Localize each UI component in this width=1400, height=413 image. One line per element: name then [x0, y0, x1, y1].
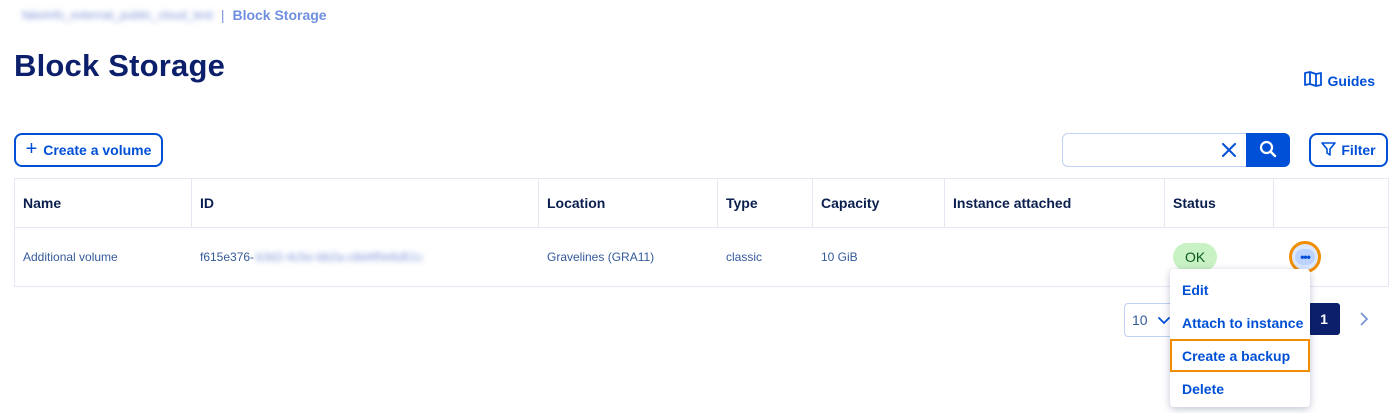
menu-item-attach-to-instance[interactable]: Attach to instance	[1170, 306, 1310, 339]
cell-id: f615e376- b3d2-4c5e-bb2a-c8d4f0e6d51c	[192, 228, 539, 286]
search-icon	[1259, 140, 1277, 161]
search-button[interactable]	[1246, 133, 1290, 167]
cell-capacity: 10 GiB	[821, 250, 858, 264]
id-rest: b3d2-4c5e-bb2a-c8d4f0e6d51c	[256, 250, 423, 264]
table-header-row: Name ID Location Type Capacity Instance …	[15, 179, 1388, 228]
filter-label: Filter	[1341, 142, 1376, 158]
menu-item-delete[interactable]: Delete	[1170, 372, 1310, 405]
column-header-name[interactable]: Name	[15, 179, 192, 227]
breadcrumb-project[interactable]: fakeinfo_external_public_cloud_test	[22, 8, 213, 22]
breadcrumb: fakeinfo_external_public_cloud_test | Bl…	[22, 7, 327, 23]
column-header-type[interactable]: Type	[718, 179, 813, 227]
menu-item-create-backup[interactable]: Create a backup	[1170, 339, 1310, 372]
pagination-current-page[interactable]: 1	[1308, 303, 1340, 335]
breadcrumb-separator: |	[220, 7, 225, 23]
cell-name: Additional volume	[23, 250, 118, 264]
row-action-menu: Edit Attach to instance Create a backup …	[1170, 269, 1310, 407]
filter-button[interactable]: Filter	[1309, 133, 1388, 167]
more-dots-icon: •••	[1295, 249, 1315, 265]
book-map-icon	[1303, 71, 1322, 90]
guides-link[interactable]: Guides	[1303, 71, 1375, 90]
breadcrumb-current: Block Storage	[232, 7, 327, 23]
page-size-value: 10	[1132, 312, 1148, 328]
chevron-right-icon[interactable]	[1354, 309, 1374, 329]
page-size-select[interactable]: 10	[1124, 303, 1174, 337]
column-header-actions	[1274, 179, 1388, 227]
column-header-capacity[interactable]: Capacity	[813, 179, 945, 227]
cell-type: classic	[726, 250, 763, 264]
column-header-location[interactable]: Location	[539, 179, 718, 227]
cell-instance-attached	[945, 228, 1165, 286]
create-volume-button[interactable]: + Create a volume	[14, 133, 163, 167]
guides-label: Guides	[1327, 72, 1375, 89]
column-header-instance-attached[interactable]: Instance attached	[945, 179, 1165, 227]
page-title: Block Storage	[14, 48, 226, 83]
filter-icon	[1321, 141, 1337, 159]
chevron-down-icon	[1157, 312, 1170, 328]
menu-item-edit[interactable]: Edit	[1170, 273, 1310, 306]
id-prefix: f615e376-	[200, 250, 255, 264]
status-badge: OK	[1173, 243, 1218, 271]
column-header-status[interactable]: Status	[1165, 179, 1274, 227]
close-icon[interactable]	[1218, 139, 1240, 161]
create-volume-label: Create a volume	[43, 142, 152, 158]
search-bar	[1062, 133, 1290, 167]
column-header-id[interactable]: ID	[192, 179, 539, 227]
plus-icon: +	[25, 138, 38, 160]
cell-location: Gravelines (GRA11)	[547, 250, 655, 264]
